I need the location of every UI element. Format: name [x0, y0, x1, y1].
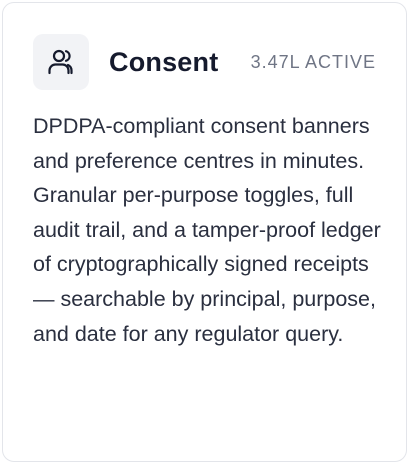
- status-badge: 3.47L ACTIVE: [250, 51, 376, 72]
- icon-container: [33, 34, 89, 90]
- card-title: Consent: [109, 46, 219, 77]
- card-header: Consent 3.47L ACTIVE: [33, 33, 376, 91]
- consent-card[interactable]: Consent 3.47L ACTIVE DPDPA-compliant con…: [2, 2, 407, 462]
- card-description: DPDPA-compliant consent banners and pref…: [33, 114, 381, 346]
- user-icon: [48, 49, 73, 75]
